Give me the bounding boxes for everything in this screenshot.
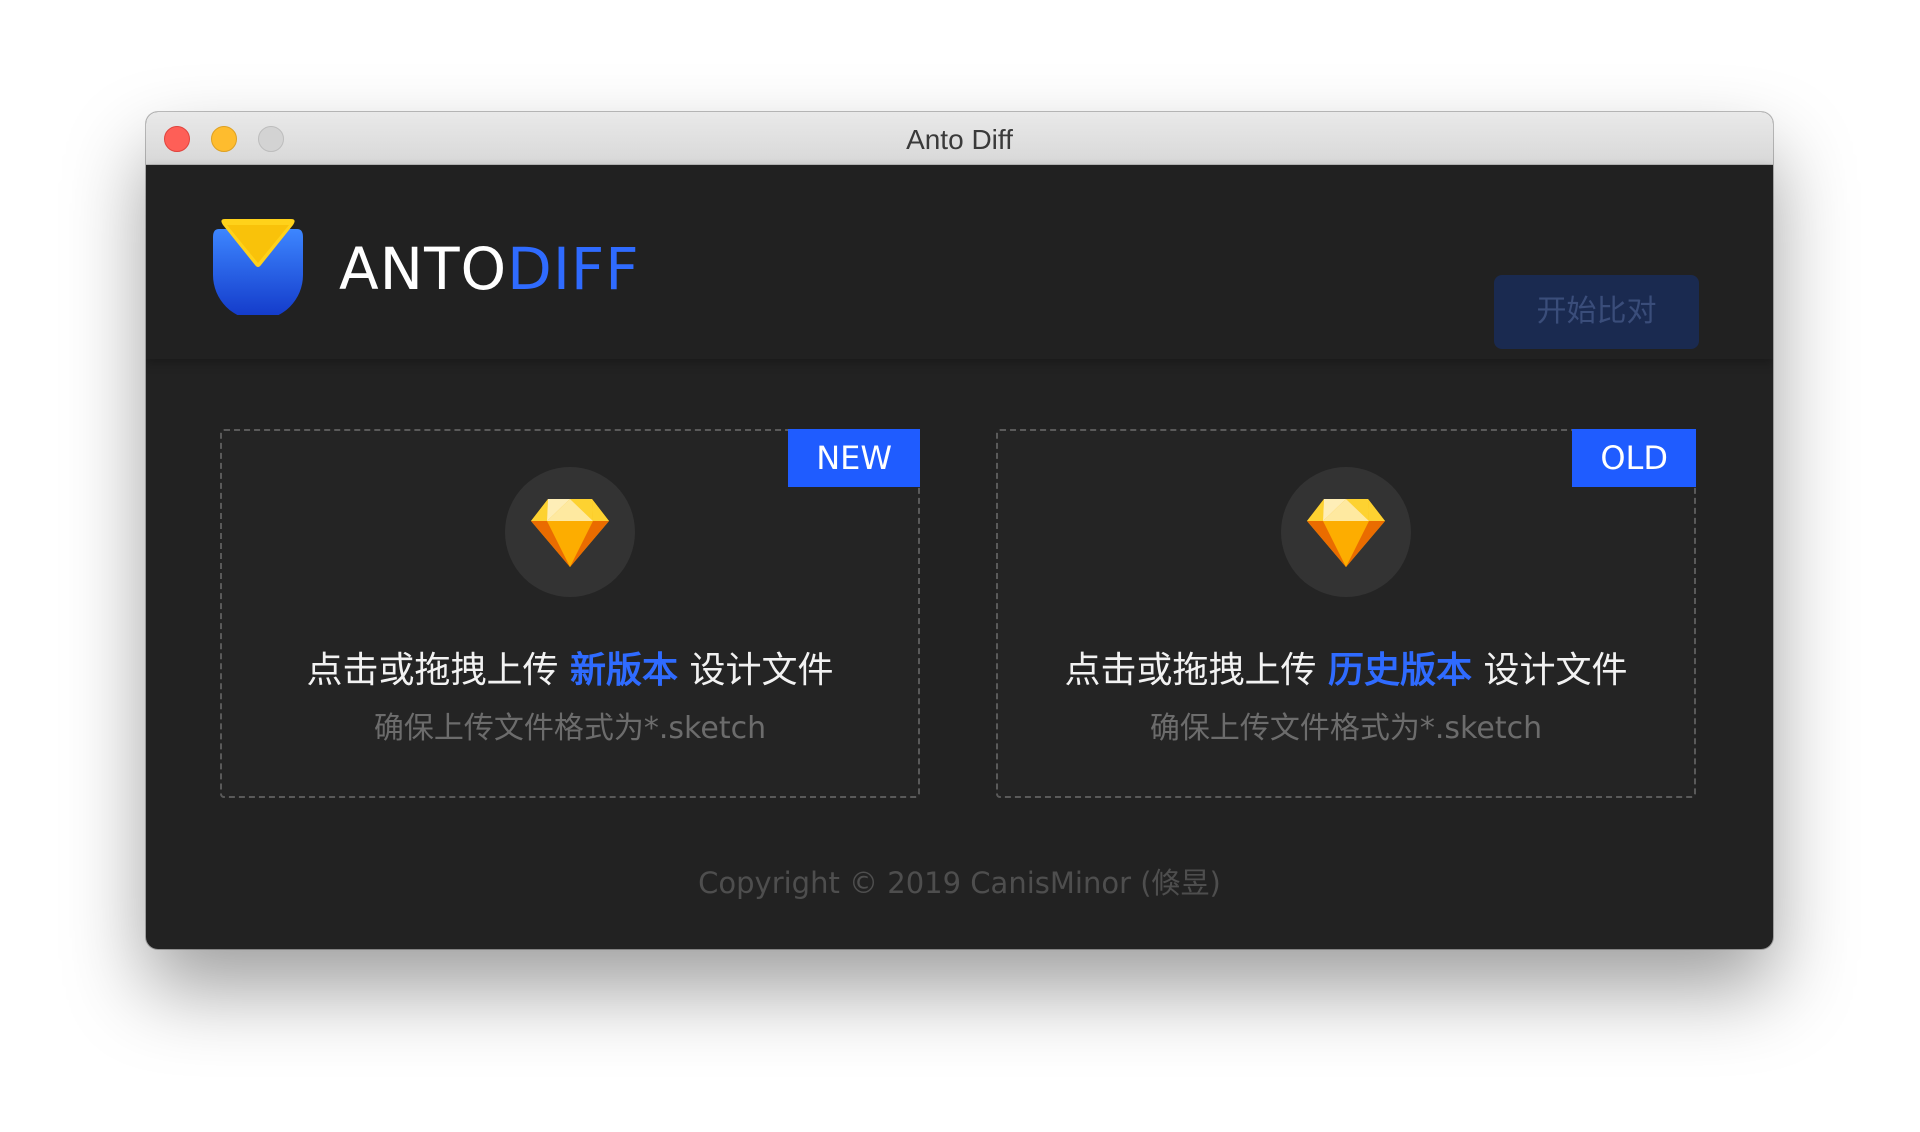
anto-logo-icon [213,219,303,315]
sketch-diamond-icon [531,499,609,567]
upload-new-dropzone[interactable]: NEW 点击或拖拽上传 新版本 设计文件 确保上传文件格式为*.sketch [220,429,920,798]
window-title: Anto Diff [906,124,1013,155]
upload-old-prefix: 点击或拖拽上传 [1064,650,1328,691]
upload-new-prefix: 点击或拖拽上传 [306,650,570,691]
brand-anto: ANTO [339,235,508,303]
new-badge: NEW [788,429,920,487]
app-window: Anto Diff ANTODIFF 开始比对 NEW 点击或拖拽上传 新版本 … [146,112,1773,949]
title-bar[interactable]: Anto Diff [146,112,1773,165]
old-badge: OLD [1572,429,1696,487]
upload-new-label: 点击或拖拽上传 新版本 设计文件 [222,641,918,693]
copyright-text: Copyright © 2019 CanisMinor (倏昱) [698,866,1221,900]
sketch-icon-wrapper [1281,467,1411,597]
upload-old-suffix: 设计文件 [1472,650,1628,691]
brand-wordmark: ANTODIFF [339,235,640,303]
upload-old-dropzone[interactable]: OLD 点击或拖拽上传 历史版本 设计文件 确保上传文件格式为*.sketch [996,429,1696,798]
upload-new-highlight: 新版本 [569,650,678,691]
upload-new-suffix: 设计文件 [678,650,834,691]
upload-old-label: 点击或拖拽上传 历史版本 设计文件 [998,641,1694,693]
app-header: ANTODIFF 开始比对 [146,165,1773,359]
upload-old-highlight: 历史版本 [1327,650,1472,691]
upload-new-hint: 确保上传文件格式为*.sketch [373,711,767,746]
upload-old-hint: 确保上传文件格式为*.sketch [1149,711,1543,746]
brand-diff: DIFF [507,235,640,303]
start-compare-button[interactable]: 开始比对 [1494,275,1699,349]
sketch-diamond-icon [1307,499,1385,567]
sketch-icon-wrapper [505,467,635,597]
